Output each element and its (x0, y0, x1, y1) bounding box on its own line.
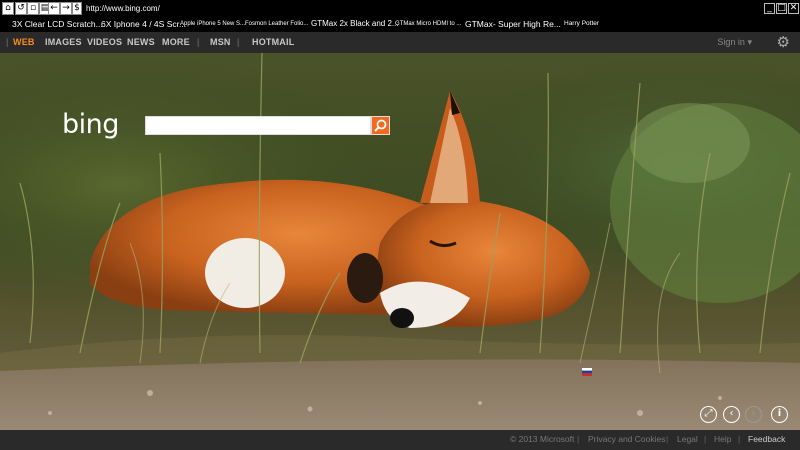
dollar-icon[interactable]: $ (72, 2, 82, 15)
footer: © 2013 Microsoft | Privacy and Cookies |… (0, 430, 800, 450)
close-button[interactable]: ✕ (788, 3, 799, 14)
expand-icon[interactable]: ⤢ (700, 406, 717, 423)
address-bar[interactable]: http://www.bing.com/ (86, 2, 160, 15)
nav-news[interactable]: NEWS (127, 32, 155, 53)
search-icon (374, 119, 387, 132)
bookmarks-bar: 3X Clear LCD Scratch... 6X Iphone 4 / 4S… (0, 17, 800, 31)
footer-separator: | (704, 434, 707, 444)
feedback-link[interactable]: Feedback (748, 430, 785, 448)
background-image (0, 53, 800, 430)
flag-icon[interactable] (582, 368, 592, 376)
search-input[interactable] (145, 116, 371, 135)
nav-separator: | (6, 37, 9, 47)
bing-header: | WEB IMAGES VIDEOS NEWS MORE | MSN | HO… (0, 32, 800, 53)
bookmark-item[interactable]: 3X Clear LCD Scratch... (12, 17, 103, 31)
copyright: © 2013 Microsoft (510, 434, 575, 444)
legal-link[interactable]: Legal (677, 430, 698, 448)
search-button[interactable] (371, 116, 390, 135)
page-icon[interactable]: ▫ (27, 2, 39, 15)
signin-label: Sign in (717, 37, 745, 47)
bookmark-item[interactable]: Apple iPhone 5 New S... (180, 17, 245, 31)
previous-image-button[interactable]: ‹ (723, 406, 740, 423)
nav-separator: | (197, 37, 200, 47)
help-link[interactable]: Help (714, 430, 731, 448)
chevron-down-icon: ▾ (747, 37, 752, 47)
next-image-button[interactable]: › (745, 406, 762, 423)
nav-images[interactable]: IMAGES (45, 32, 82, 53)
home-icon[interactable]: ⌂ (2, 2, 14, 15)
privacy-link[interactable]: Privacy and Cookies (588, 430, 665, 448)
forward-icon[interactable]: → (60, 2, 72, 15)
bookmark-item[interactable]: GTMax- Super High Re... (465, 17, 561, 31)
footer-separator: | (577, 434, 580, 444)
nav-hotmail[interactable]: HOTMAIL (252, 32, 294, 53)
info-icon[interactable]: i (771, 406, 788, 423)
signin-link[interactable]: Sign in ▾ (717, 32, 752, 53)
bookmark-item[interactable]: GTMax 2x Black and 2... (311, 17, 399, 31)
browser-chrome: ⌂ ↺ ▫ ▤ ← → $ http://www.bing.com/ _ □ ✕… (0, 0, 800, 32)
bookmark-item[interactable]: GTMax Micro HDMI to ... (395, 17, 461, 31)
gear-icon[interactable]: ⚙ (777, 34, 790, 51)
footer-separator: | (738, 434, 741, 444)
minimize-button[interactable]: _ (764, 3, 775, 14)
nav-msn[interactable]: MSN (210, 32, 231, 53)
bookmark-item[interactable]: Harry Potter (564, 17, 599, 31)
bookmark-item[interactable]: 6X Iphone 4 / 4S Scr... (101, 17, 186, 31)
bing-logo[interactable]: bing (62, 110, 119, 140)
fox-photo (0, 53, 800, 430)
bookmark-item[interactable]: Fosmon Leather Folio... (245, 17, 308, 31)
nav-web[interactable]: WEB (13, 32, 35, 53)
nav-more[interactable]: MORE (162, 32, 190, 53)
nav-separator: | (237, 37, 240, 47)
nav-videos[interactable]: VIDEOS (87, 32, 122, 53)
back-icon[interactable]: ← (48, 2, 60, 15)
footer-separator: | (666, 434, 669, 444)
maximize-button[interactable]: □ (776, 3, 787, 14)
browser-toolbar: ⌂ ↺ ▫ ▤ ← → $ http://www.bing.com/ _ □ ✕ (0, 2, 800, 16)
refresh-icon[interactable]: ↺ (15, 2, 27, 15)
